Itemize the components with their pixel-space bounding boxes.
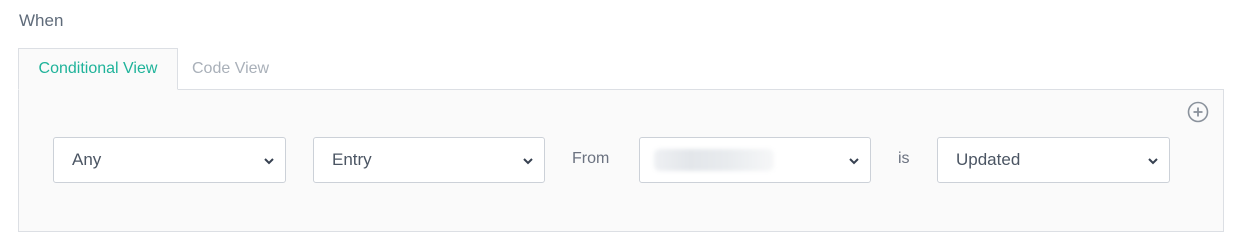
chevron-down-icon (523, 158, 533, 165)
event-value: Updated (956, 150, 1021, 169)
chevron-down-icon (849, 158, 859, 165)
event-select[interactable]: Updated (937, 137, 1170, 183)
from-label: From (572, 150, 610, 167)
tab-code-view[interactable]: Code View (178, 48, 283, 90)
entity-select[interactable]: Entry (313, 137, 545, 183)
when-label: When (19, 11, 64, 30)
source-value-redacted (654, 149, 774, 171)
source-select[interactable] (639, 137, 871, 183)
plus-circle-icon (1187, 101, 1209, 123)
tab-conditional-view[interactable]: Conditional View (18, 48, 178, 90)
quantifier-value: Any (72, 150, 102, 169)
quantifier-select[interactable]: Any (53, 137, 286, 183)
is-label: is (898, 150, 910, 167)
entity-value: Entry (332, 150, 372, 169)
chevron-down-icon (1148, 158, 1158, 165)
chevron-down-icon (264, 158, 274, 165)
view-tabs: Conditional View Code View (18, 48, 283, 90)
add-condition-button[interactable] (1187, 101, 1209, 123)
